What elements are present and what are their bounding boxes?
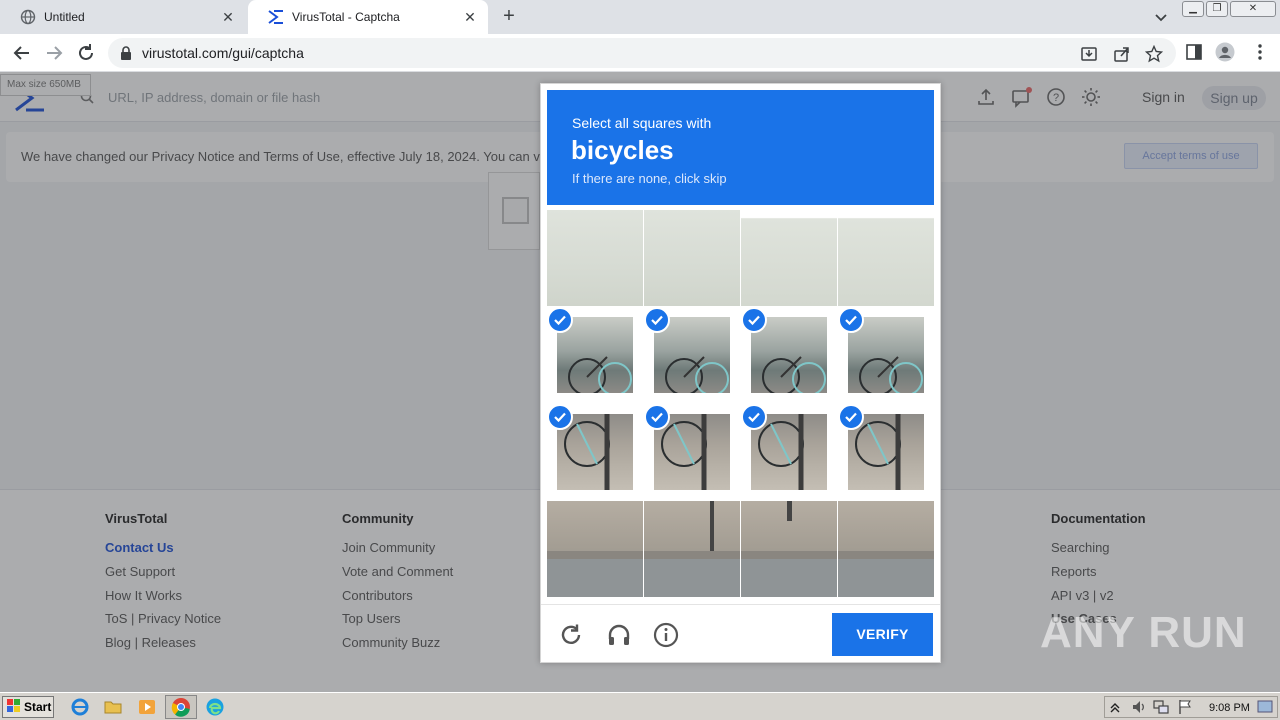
tray-expand-icon[interactable] <box>1109 700 1121 719</box>
prompt-text: Select all squares with <box>572 115 712 131</box>
install-app-icon[interactable] <box>1080 45 1098 63</box>
tab-title: Untitled <box>44 10 85 24</box>
tile-image <box>644 501 740 597</box>
checkmark-icon <box>838 404 864 430</box>
captcha-tile[interactable] <box>547 210 643 306</box>
captcha-tile[interactable] <box>741 307 837 403</box>
tile-image <box>741 210 837 306</box>
new-tab-button[interactable]: + <box>498 6 520 28</box>
file-explorer-icon[interactable] <box>103 697 123 717</box>
lock-icon[interactable] <box>120 46 132 65</box>
captcha-tile[interactable] <box>547 404 643 500</box>
captcha-tile[interactable] <box>547 307 643 403</box>
watermark: ANY RUN <box>1040 608 1247 657</box>
captcha-tile[interactable] <box>741 210 837 306</box>
checkmark-icon <box>741 404 767 430</box>
captcha-tile[interactable] <box>644 307 740 403</box>
close-window-button[interactable]: ✕ <box>1230 1 1276 17</box>
checkmark-icon <box>644 404 670 430</box>
checkmark-icon <box>741 307 767 333</box>
captcha-tile[interactable] <box>547 501 643 597</box>
captcha-tile[interactable] <box>741 501 837 597</box>
chrome-icon[interactable] <box>171 697 191 717</box>
media-player-icon[interactable] <box>137 697 157 717</box>
chevron-down-icon[interactable] <box>1152 8 1170 26</box>
edge-icon[interactable] <box>205 697 225 717</box>
forward-icon[interactable] <box>43 42 65 64</box>
tile-image <box>547 210 643 306</box>
tab-untitled[interactable]: Untitled ✕ <box>0 0 246 34</box>
challenge-header: Select all squares with bicycles If ther… <box>547 90 934 205</box>
more-menu-icon[interactable] <box>1250 42 1270 62</box>
tile-image <box>838 501 934 597</box>
maximize-button[interactable]: ❐ <box>1206 1 1228 17</box>
captcha-tile[interactable] <box>644 404 740 500</box>
minimize-button[interactable]: ▁ <box>1182 1 1204 17</box>
checkmark-icon <box>838 307 864 333</box>
divider <box>541 604 940 605</box>
prompt-hint: If there are none, click skip <box>572 171 727 186</box>
checkmark-icon <box>644 307 670 333</box>
captcha-tile[interactable] <box>644 210 740 306</box>
captcha-tile[interactable] <box>838 404 934 500</box>
side-panel-icon[interactable] <box>1184 42 1204 62</box>
system-tray: 9:08 PM <box>1104 696 1278 718</box>
captcha-tile[interactable] <box>838 501 934 597</box>
reload-icon[interactable] <box>75 42 97 64</box>
taskbar: Start 9:08 PM <box>0 692 1280 720</box>
audio-challenge-icon[interactable] <box>606 622 632 648</box>
profile-avatar-icon[interactable] <box>1215 42 1235 62</box>
tab-strip: Untitled ✕ VirusTotal - Captcha ✕ + ▁ ❐ … <box>0 0 1280 34</box>
clock: 9:08 PM <box>1209 702 1250 714</box>
checkmark-icon <box>547 307 573 333</box>
captcha-tile[interactable] <box>741 404 837 500</box>
share-icon[interactable] <box>1113 45 1131 63</box>
verify-button[interactable]: VERIFY <box>832 613 933 656</box>
tile-image <box>838 210 934 306</box>
captcha-challenge: Select all squares with bicycles If ther… <box>540 83 941 663</box>
tab-virustotal[interactable]: VirusTotal - Captcha ✕ <box>248 0 488 34</box>
tile-image <box>547 501 643 597</box>
tile-image <box>741 501 837 597</box>
reload-challenge-icon[interactable] <box>558 622 584 648</box>
flag-icon[interactable] <box>1177 699 1193 720</box>
network-icon[interactable] <box>1153 699 1169 720</box>
tab-title: VirusTotal - Captcha <box>292 10 400 24</box>
checkmark-icon <box>547 404 573 430</box>
star-icon[interactable] <box>1144 44 1164 63</box>
volume-icon[interactable] <box>1131 699 1147 720</box>
close-tab-icon[interactable]: ✕ <box>220 9 236 25</box>
url-text: virustotal.com/gui/captcha <box>142 45 304 61</box>
prompt-target: bicycles <box>571 135 674 165</box>
captcha-tile[interactable] <box>838 307 934 403</box>
tile-image <box>644 210 740 306</box>
start-label: Start <box>24 700 52 714</box>
captcha-tile[interactable] <box>838 210 934 306</box>
virustotal-icon <box>268 9 284 25</box>
captcha-tile[interactable] <box>644 501 740 597</box>
back-icon[interactable] <box>11 42 33 64</box>
close-tab-icon[interactable]: ✕ <box>462 9 478 25</box>
windows-logo-icon <box>7 698 21 716</box>
globe-icon <box>20 9 36 25</box>
window-controls: ▁ ❐ ✕ <box>1182 1 1276 17</box>
info-icon[interactable] <box>653 622 679 648</box>
show-desktop-icon[interactable] <box>1257 700 1273 719</box>
browser-toolbar: virustotal.com/gui/captcha <box>0 34 1280 72</box>
internet-explorer-icon[interactable] <box>70 697 90 717</box>
address-bar[interactable]: virustotal.com/gui/captcha <box>108 38 1176 68</box>
start-button[interactable]: Start <box>2 696 54 718</box>
